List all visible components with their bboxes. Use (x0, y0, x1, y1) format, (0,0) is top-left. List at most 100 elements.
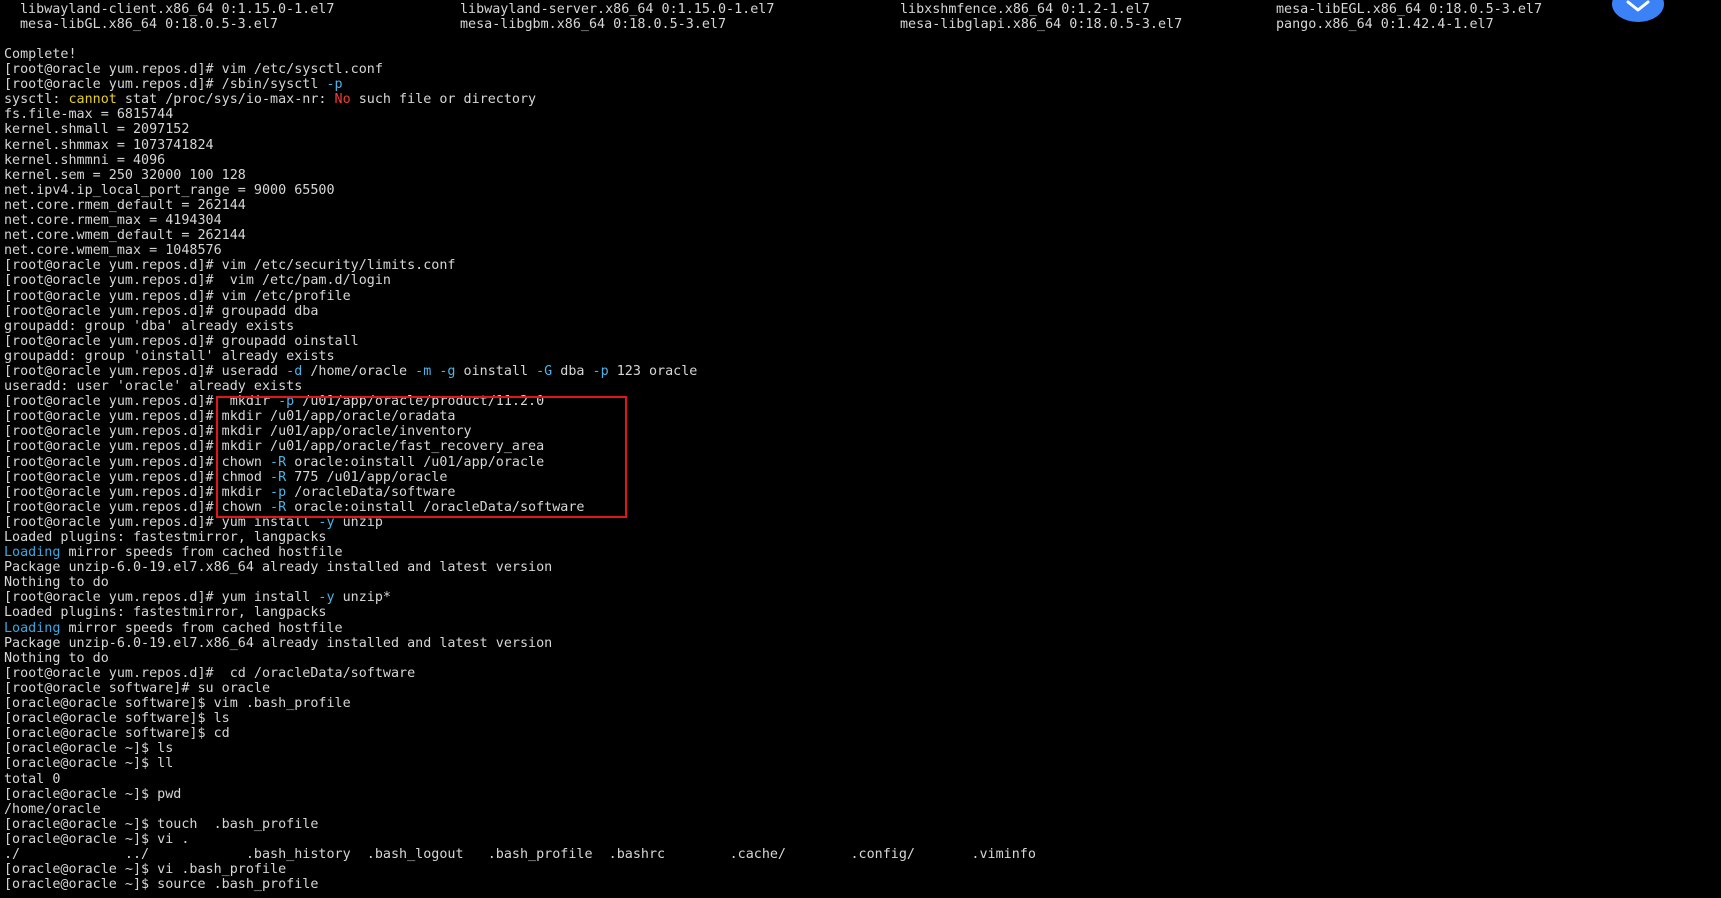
terminal-line: sysctl: cannot stat /proc/sys/io-max-nr:… (4, 92, 1704, 107)
terminal-text-info: Loading (4, 620, 61, 636)
terminal-line: [root@oracle yum.repos.d]# mkdir -p /u01… (4, 394, 1704, 409)
terminal-line: Package unzip-6.0-19.el7.x86_64 already … (4, 560, 1704, 575)
terminal-text: 775 /u01/app/oracle (286, 469, 448, 485)
terminal-line: [oracle@oracle ~]$ touch .bash_profile (4, 817, 1704, 832)
terminal-line: [oracle@oracle ~]$ vi . (4, 832, 1704, 847)
terminal-text: net.core.rmem_default = 262144 (4, 197, 246, 213)
terminal-text: /oracleData/software (286, 484, 456, 500)
terminal-text-flag: -R (270, 499, 287, 515)
terminal-text: [root@oracle yum.repos.d]# chown (4, 499, 271, 515)
terminal-line: [root@oracle yum.repos.d]# groupadd dba (4, 304, 1704, 319)
terminal-text: unzip* (334, 590, 391, 606)
terminal-text: kernel.shmall = 2097152 (4, 122, 190, 138)
terminal-output: Complete! [root@oracle yum.repos.d]# vim … (4, 47, 1704, 892)
terminal-text: [root@oracle yum.repos.d]# vim /etc/secu… (4, 258, 456, 274)
terminal-text: [root@oracle yum.repos.d]# useradd (4, 363, 287, 379)
terminal-text: [root@oracle yum.repos.d]# mkdir (4, 394, 279, 410)
terminal-line: [root@oracle yum.repos.d]# yum install -… (4, 590, 1704, 605)
terminal-text: [root@oracle yum.repos.d]# chmod (4, 469, 271, 485)
terminal-text: [oracle@oracle ~]$ vi . (4, 831, 190, 847)
terminal-text: useradd: user 'oracle' already exists (4, 379, 303, 395)
terminal-text: kernel.shmmax = 1073741824 (4, 137, 214, 153)
terminal-line: useradd: user 'oracle' already exists (4, 379, 1704, 394)
package-row: libwayland-client.x86_64 0:1.15.0-1.el7 l… (0, 2, 1721, 17)
terminal-window[interactable]: libwayland-client.x86_64 0:1.15.0-1.el7 l… (0, 0, 1721, 898)
terminal-text-flag: -p (592, 363, 609, 379)
terminal-text: /home/oracle (4, 801, 101, 817)
terminal-line: groupadd: group 'oinstall' already exist… (4, 349, 1704, 364)
terminal-text: mirror speeds from cached hostfile (60, 620, 343, 636)
terminal-text: net.core.rmem_max = 4194304 (4, 213, 222, 229)
terminal-text: total 0 (4, 771, 61, 787)
terminal-text: [oracle@oracle ~]$ source .bash_profile (4, 877, 319, 893)
terminal-text: [root@oracle yum.repos.d]# yum install (4, 514, 319, 530)
terminal-text: Package unzip-6.0-19.el7.x86_64 already … (4, 635, 553, 651)
terminal-line: net.ipv4.ip_local_port_range = 9000 6550… (4, 183, 1704, 198)
terminal-line: Package unzip-6.0-19.el7.x86_64 already … (4, 636, 1704, 651)
terminal-text: sysctl: (4, 92, 69, 108)
terminal-text: /home/oracle (302, 363, 416, 379)
terminal-line: [root@oracle yum.repos.d]# yum install -… (4, 515, 1704, 530)
terminal-line: [root@oracle yum.repos.d]# chmod -R 775 … (4, 470, 1704, 485)
terminal-text: unzip (334, 514, 383, 530)
package-cell: mesa-libgbm.x86_64 0:18.0.5-3.el7 (460, 17, 727, 33)
terminal-text-err: No (334, 92, 351, 108)
package-list: libwayland-client.x86_64 0:1.15.0-1.el7 l… (0, 2, 1721, 32)
terminal-line: ./ ../ .bash_history .bash_logout .bash_… (4, 847, 1704, 862)
terminal-text: [oracle@oracle software]$ vim .bash_prof… (4, 696, 351, 712)
terminal-text-flag: -m (415, 363, 432, 379)
terminal-text: [oracle@oracle software]$ cd (4, 726, 230, 742)
terminal-line: [oracle@oracle software]$ vim .bash_prof… (4, 696, 1704, 711)
terminal-text: [root@oracle software]# su oracle (4, 680, 271, 696)
terminal-line: [root@oracle yum.repos.d]# mkdir -p /ora… (4, 485, 1704, 500)
terminal-line: [root@oracle yum.repos.d]# vim /etc/prof… (4, 289, 1704, 304)
app-logo-glyph-icon (1626, 0, 1650, 12)
terminal-text: [root@oracle yum.repos.d]# /sbin/sysctl (4, 77, 327, 93)
terminal-line: groupadd: group 'dba' already exists (4, 319, 1704, 334)
terminal-text: Loaded plugins: fastestmirror, langpacks (4, 530, 327, 545)
terminal-line: net.core.wmem_default = 262144 (4, 228, 1704, 243)
terminal-text: kernel.shmmni = 4096 (4, 152, 166, 168)
package-cell: mesa-libGL.x86_64 0:18.0.5-3.el7 (20, 17, 278, 33)
terminal-text-flag: -p (278, 394, 295, 410)
terminal-text: net.core.wmem_default = 262144 (4, 228, 246, 244)
terminal-line: [oracle@oracle ~]$ source .bash_profile (4, 877, 1704, 892)
terminal-line: [oracle@oracle ~]$ pwd (4, 787, 1704, 802)
terminal-line: [root@oracle yum.repos.d]# mkdir /u01/ap… (4, 424, 1704, 439)
package-cell: libwayland-client.x86_64 0:1.15.0-1.el7 (20, 2, 335, 17)
terminal-text: such file or directory (350, 92, 537, 108)
terminal-text: [root@oracle yum.repos.d]# vim /etc/sysc… (4, 62, 383, 78)
terminal-text: net.core.wmem_max = 1048576 (4, 243, 222, 259)
terminal-text: oracle:oinstall /oracleData/software (286, 499, 585, 515)
terminal-text: [oracle@oracle ~]$ pwd (4, 786, 182, 802)
terminal-text: oracle:oinstall /u01/app/oracle (286, 454, 545, 470)
terminal-line: Nothing to do (4, 651, 1704, 666)
terminal-line: [root@oracle software]# su oracle (4, 681, 1704, 696)
terminal-text: ./ ../ .bash_history .bash_logout .bash_… (4, 846, 1036, 862)
terminal-text-flag: -R (270, 469, 287, 485)
terminal-line: kernel.shmmax = 1073741824 (4, 138, 1704, 153)
terminal-line: Loaded plugins: fastestmirror, langpacks (4, 605, 1704, 620)
terminal-text-flag: -d (286, 363, 303, 379)
terminal-text: groupadd: group 'oinstall' already exist… (4, 348, 335, 364)
terminal-line: fs.file-max = 6815744 (4, 107, 1704, 122)
terminal-line: kernel.shmmni = 4096 (4, 153, 1704, 168)
terminal-text: mirror speeds from cached hostfile (60, 545, 343, 561)
terminal-text: dba (552, 363, 593, 379)
terminal-text-flag: -G (536, 363, 553, 379)
terminal-line: [root@oracle yum.repos.d]# mkdir /u01/ap… (4, 439, 1704, 454)
terminal-line: kernel.shmall = 2097152 (4, 122, 1704, 137)
terminal-line: /home/oracle (4, 802, 1704, 817)
terminal-line: [root@oracle yum.repos.d]# groupadd oins… (4, 334, 1704, 349)
terminal-line: [root@oracle yum.repos.d]# mkdir /u01/ap… (4, 409, 1704, 424)
terminal-text: [root@oracle yum.repos.d]# groupadd oins… (4, 333, 359, 349)
package-cell: libwayland-server.x86_64 0:1.15.0-1.el7 (460, 2, 775, 17)
package-cell: pango.x86_64 0:1.42.4-1.el7 (1276, 17, 1494, 33)
package-cell: libxshmfence.x86_64 0:1.2-1.el7 (900, 2, 1150, 17)
terminal-text: [root@oracle yum.repos.d]# mkdir /u01/ap… (4, 409, 456, 425)
terminal-line: [root@oracle yum.repos.d]# /sbin/sysctl … (4, 77, 1704, 92)
terminal-text: groupadd: group 'dba' already exists (4, 318, 295, 334)
terminal-line: [root@oracle yum.repos.d]# useradd -d /h… (4, 364, 1704, 379)
terminal-text: [root@oracle yum.repos.d]# vim /etc/prof… (4, 288, 351, 304)
terminal-line: net.core.wmem_max = 1048576 (4, 243, 1704, 258)
